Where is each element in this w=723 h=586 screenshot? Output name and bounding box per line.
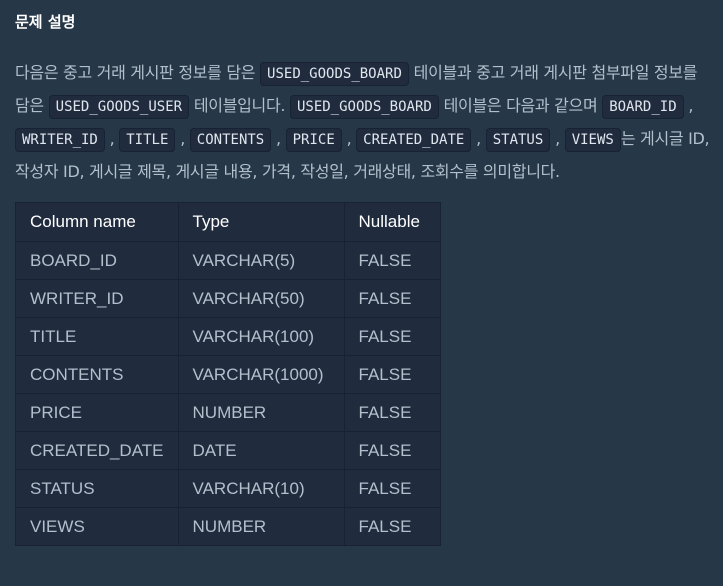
cell-type: NUMBER: [177, 507, 345, 546]
cell-column-name: STATUS: [15, 469, 179, 508]
schema-table: Column name Type Nullable BOARD_ID VARCHA…: [15, 202, 441, 546]
table-row: WRITER_ID VARCHAR(50) FALSE: [15, 279, 441, 318]
code-table-name: USED_GOODS_BOARD: [289, 95, 439, 119]
code-column-name: CREATED_DATE: [356, 128, 472, 152]
cell-column-name: CREATED_DATE: [15, 431, 179, 470]
table-row: CONTENTS VARCHAR(1000) FALSE: [15, 355, 441, 394]
cell-type: VARCHAR(50): [177, 279, 345, 318]
cell-column-name: TITLE: [15, 317, 179, 356]
description-text: 테이블입니다.: [189, 96, 290, 115]
separator: ,: [555, 129, 560, 148]
code-column-name: VIEWS: [564, 128, 621, 152]
cell-nullable: FALSE: [343, 241, 441, 280]
separator: ,: [476, 129, 481, 148]
table-row: CREATED_DATE DATE FALSE: [15, 431, 441, 470]
section-title: 문제 설명: [15, 13, 76, 31]
cell-nullable: FALSE: [343, 393, 441, 432]
cell-column-name: BOARD_ID: [15, 241, 179, 280]
description-text: 다음은 중고 거래 게시판 정보를 담은: [15, 63, 261, 82]
problem-description-section: 문제 설명 다음은 중고 거래 게시판 정보를 담은 USED_GOODS_BO…: [0, 0, 723, 546]
code-column-name: CONTENTS: [189, 128, 272, 152]
table-body: BOARD_ID VARCHAR(5) FALSE WRITER_ID VARCHAR(…: [15, 241, 441, 546]
table-row: TITLE VARCHAR(100) FALSE: [15, 317, 441, 356]
cell-nullable: FALSE: [343, 469, 441, 508]
table-row: PRICE NUMBER FALSE: [15, 393, 441, 432]
separator: ,: [109, 129, 115, 148]
code-column-name: BOARD_ID: [602, 95, 684, 119]
header-nullable: Nullable: [343, 202, 441, 242]
separator: ,: [180, 129, 185, 148]
cell-column-name: CONTENTS: [15, 355, 179, 394]
cell-type: VARCHAR(10): [177, 469, 345, 508]
cell-nullable: FALSE: [343, 507, 441, 546]
cell-type: DATE: [177, 431, 345, 470]
header-type: Type: [177, 202, 345, 242]
cell-column-name: VIEWS: [15, 507, 179, 546]
cell-type: VARCHAR(1000): [177, 355, 345, 394]
code-column-name: STATUS: [485, 128, 551, 152]
description-text: 테이블은 다음과 같으며: [438, 96, 603, 115]
code-column-name: WRITER_ID: [15, 128, 105, 152]
cell-nullable: FALSE: [343, 355, 441, 394]
cell-nullable: FALSE: [343, 279, 441, 318]
cell-nullable: FALSE: [343, 431, 441, 470]
cell-type: NUMBER: [177, 393, 345, 432]
separator: ,: [688, 96, 694, 115]
separator: ,: [346, 129, 352, 148]
table-row: STATUS VARCHAR(10) FALSE: [15, 469, 441, 508]
header-column-name: Column name: [15, 202, 179, 242]
cell-type: VARCHAR(5): [177, 241, 345, 280]
description-paragraph: 다음은 중고 거래 게시판 정보를 담은 USED_GOODS_BOARD 테이…: [15, 57, 715, 188]
cell-type: VARCHAR(100): [177, 317, 345, 356]
table-header-row: Column name Type Nullable: [15, 202, 441, 242]
code-column-name: TITLE: [119, 128, 176, 152]
table-row: VIEWS NUMBER FALSE: [15, 507, 441, 546]
code-table-name: USED_GOODS_BOARD: [260, 62, 409, 86]
cell-column-name: PRICE: [15, 393, 179, 432]
separator: ,: [276, 129, 281, 148]
code-table-name: USED_GOODS_USER: [48, 95, 190, 119]
cell-column-name: WRITER_ID: [15, 279, 179, 318]
table-row: BOARD_ID VARCHAR(5) FALSE: [15, 241, 441, 280]
code-column-name: PRICE: [285, 128, 342, 152]
cell-nullable: FALSE: [343, 317, 441, 356]
